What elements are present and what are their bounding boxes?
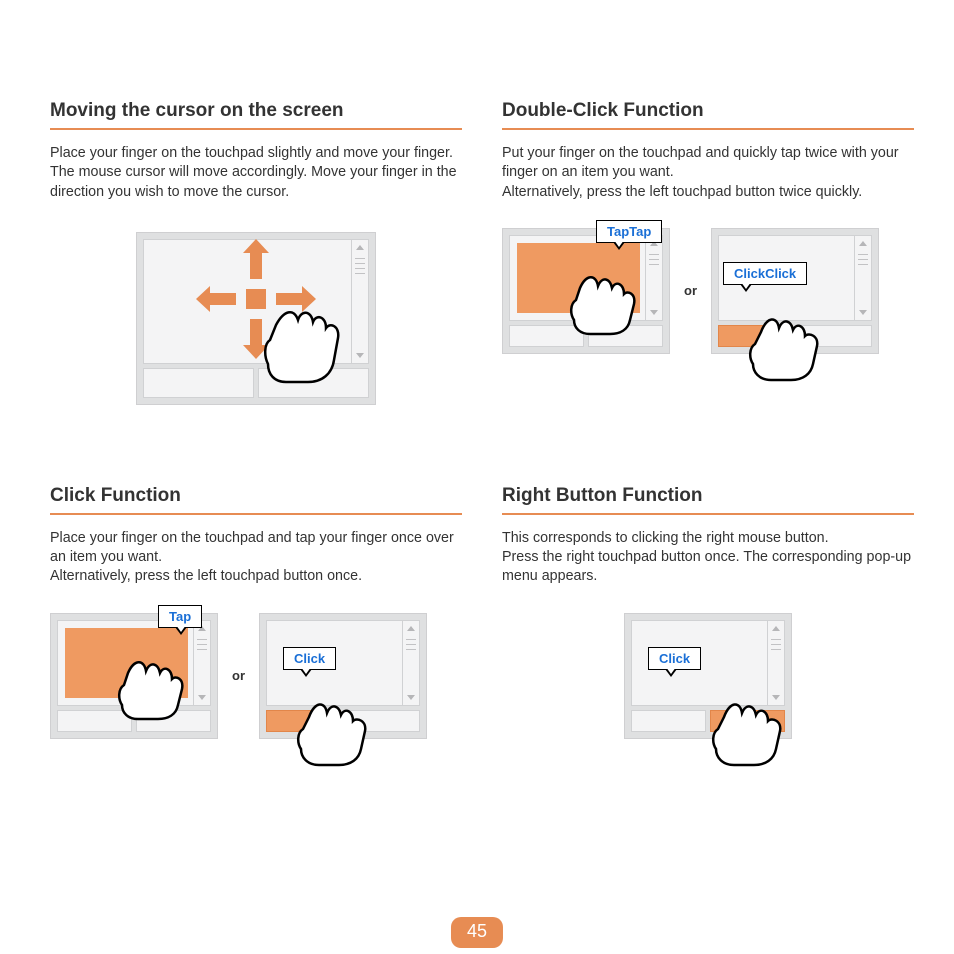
- heading-rule: [502, 128, 914, 130]
- heading-rule: [502, 513, 914, 515]
- page-number: 45: [451, 917, 503, 948]
- body-click: Place your finger on the touchpad and ta…: [50, 529, 462, 587]
- callout-taptap: TapTap: [596, 220, 662, 243]
- heading-moving-cursor: Moving the cursor on the screen: [50, 100, 462, 122]
- illustration-click: Tap or Click: [50, 613, 462, 739]
- illustration-moving-cursor: [50, 232, 462, 405]
- heading-click: Click Function: [50, 485, 462, 507]
- body-double-click: Put your finger on the touchpad and quic…: [502, 144, 914, 202]
- callout-right-click: Click: [648, 647, 701, 670]
- callout-tap: Tap: [158, 605, 202, 628]
- or-label: or: [228, 668, 249, 683]
- illustration-right-button: Click: [502, 613, 914, 739]
- touchpad-diagram: [136, 232, 376, 405]
- touchpad-diagram-click: [259, 613, 427, 739]
- touchpad-diagram-clickclick: [711, 228, 879, 354]
- body-right-button: This corresponds to clicking the right m…: [502, 529, 914, 587]
- section-click: Click Function Place your finger on the …: [50, 485, 462, 739]
- heading-double-click: Double-Click Function: [502, 100, 914, 122]
- heading-rule: [50, 128, 462, 130]
- callout-click: Click: [283, 647, 336, 670]
- illustration-double-click: TapTap or ClickClick: [502, 228, 914, 354]
- or-label: or: [680, 283, 701, 298]
- heading-right-button: Right Button Function: [502, 485, 914, 507]
- content-grid: Moving the cursor on the screen Place yo…: [50, 100, 914, 739]
- section-moving-cursor: Moving the cursor on the screen Place yo…: [50, 100, 462, 405]
- section-right-button: Right Button Function This corresponds t…: [502, 485, 914, 739]
- callout-clickclick: ClickClick: [723, 262, 807, 285]
- section-double-click: Double-Click Function Put your finger on…: [502, 100, 914, 405]
- touchpad-diagram-tap: [502, 228, 670, 354]
- touchpad-diagram-tap: [50, 613, 218, 739]
- heading-rule: [50, 513, 462, 515]
- body-moving-cursor: Place your finger on the touchpad slight…: [50, 144, 462, 202]
- touchpad-diagram-right-click: [624, 613, 792, 739]
